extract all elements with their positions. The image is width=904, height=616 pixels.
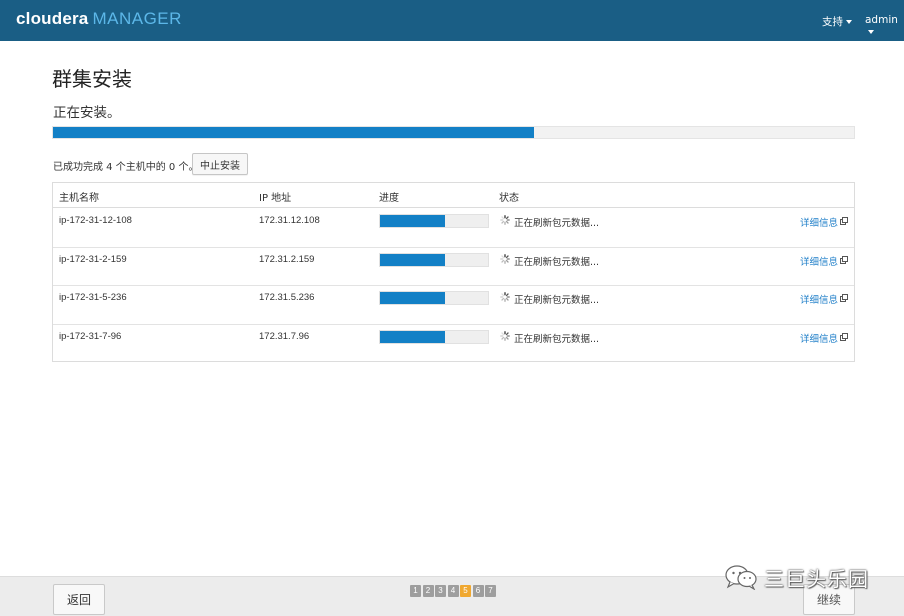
details-link[interactable]: 详细信息	[800, 215, 838, 229]
loading-spinner-icon	[500, 215, 510, 225]
caret-down-icon	[868, 30, 874, 34]
host-progress-bar	[379, 329, 489, 344]
host-progress-fill	[380, 330, 445, 343]
table-row: ip-172-31-5-236 172.31.5.236 正在刷新包元数据...…	[53, 286, 854, 325]
column-header-progress: 进度	[379, 193, 399, 204]
page-title: 群集安装	[52, 67, 132, 91]
host-status-text: 正在刷新包元数据...	[514, 256, 600, 268]
wizard-step-6[interactable]: 6	[472, 585, 484, 597]
wizard-step-indicator: 1234567	[410, 585, 496, 597]
watermark-text: 三巨头乐园	[764, 566, 869, 591]
table-row: ip-172-31-7-96 172.31.7.96 正在刷新包元数据... 详…	[53, 325, 854, 364]
external-link-icon[interactable]	[840, 332, 848, 341]
host-progress-bar	[379, 214, 489, 228]
details-link[interactable]: 详细信息	[800, 331, 838, 345]
host-progress-fill	[380, 215, 445, 227]
cloudera-manager-logo[interactable]: cloudera MANAGER	[16, 9, 182, 29]
overall-progress-fill	[53, 127, 534, 138]
watermark: 三巨头乐园	[724, 562, 869, 592]
host-name-cell: ip-172-31-5-236	[59, 292, 127, 303]
top-nav-bar: cloudera MANAGER 支持 admin	[0, 0, 904, 41]
column-header-host: 主机名称	[59, 193, 99, 204]
column-header-ip: IP 地址	[259, 193, 292, 204]
loading-spinner-icon	[500, 330, 510, 341]
loading-spinner-icon	[500, 292, 510, 302]
details-link[interactable]: 详细信息	[800, 292, 838, 306]
caret-down-icon	[846, 20, 852, 24]
ip-address-cell: 172.31.2.159	[259, 253, 315, 265]
overall-progress-bar	[52, 126, 855, 139]
host-progress-bar	[379, 252, 489, 267]
external-link-icon[interactable]	[840, 217, 848, 225]
host-progress-fill	[380, 292, 445, 304]
wizard-step-2[interactable]: 2	[422, 585, 434, 597]
support-menu[interactable]: 支持	[822, 14, 852, 29]
table-row: ip-172-31-12-108 172.31.12.108 正在刷新包元数据.…	[53, 209, 854, 248]
wizard-step-4[interactable]: 4	[447, 585, 459, 597]
wizard-step-3[interactable]: 3	[435, 585, 446, 597]
host-status-text: 正在刷新包元数据...	[514, 295, 600, 306]
logo-text-manager: MANAGER	[92, 9, 182, 28]
wizard-step-5[interactable]: 5	[460, 585, 471, 597]
back-button[interactable]: 返回	[53, 584, 105, 615]
external-link-icon[interactable]	[840, 255, 848, 264]
host-install-table: 主机名称 IP 地址 进度 状态 ip-172-31-12-108 172.31…	[52, 182, 855, 362]
host-progress-fill	[380, 253, 445, 266]
host-name-cell: ip-172-31-7-96	[59, 330, 122, 342]
support-menu-label: 支持	[822, 16, 843, 28]
host-name-cell: ip-172-31-2-159	[59, 253, 127, 265]
wizard-step-1[interactable]: 1	[410, 585, 421, 597]
wizard-step-7[interactable]: 7	[485, 585, 496, 597]
wechat-icon	[725, 565, 757, 590]
ip-address-cell: 172.31.5.236	[259, 292, 315, 303]
install-status-text: 正在安装。	[53, 105, 121, 121]
host-name-cell: ip-172-31-12-108	[59, 215, 132, 226]
table-header: 主机名称 IP 地址 进度 状态	[53, 183, 854, 208]
loading-spinner-icon	[500, 253, 510, 264]
table-row: ip-172-31-2-159 172.31.2.159 正在刷新包元数据...…	[53, 248, 854, 286]
external-link-icon[interactable]	[840, 294, 848, 302]
user-menu[interactable]: admin	[865, 14, 904, 38]
host-progress-bar	[379, 291, 489, 305]
ip-address-cell: 172.31.12.108	[259, 215, 320, 226]
user-menu-label: admin	[865, 14, 898, 26]
ip-address-cell: 172.31.7.96	[259, 330, 310, 342]
abort-install-button[interactable]: 中止安装	[192, 153, 248, 175]
completion-summary: 已成功完成 4 个主机中的 0 个。	[53, 162, 199, 173]
column-header-status: 状态	[499, 193, 519, 204]
host-status-text: 正在刷新包元数据...	[514, 333, 600, 345]
logo-text-cloudera: cloudera	[16, 9, 89, 28]
details-link[interactable]: 详细信息	[800, 254, 838, 268]
host-status-text: 正在刷新包元数据...	[514, 218, 600, 229]
